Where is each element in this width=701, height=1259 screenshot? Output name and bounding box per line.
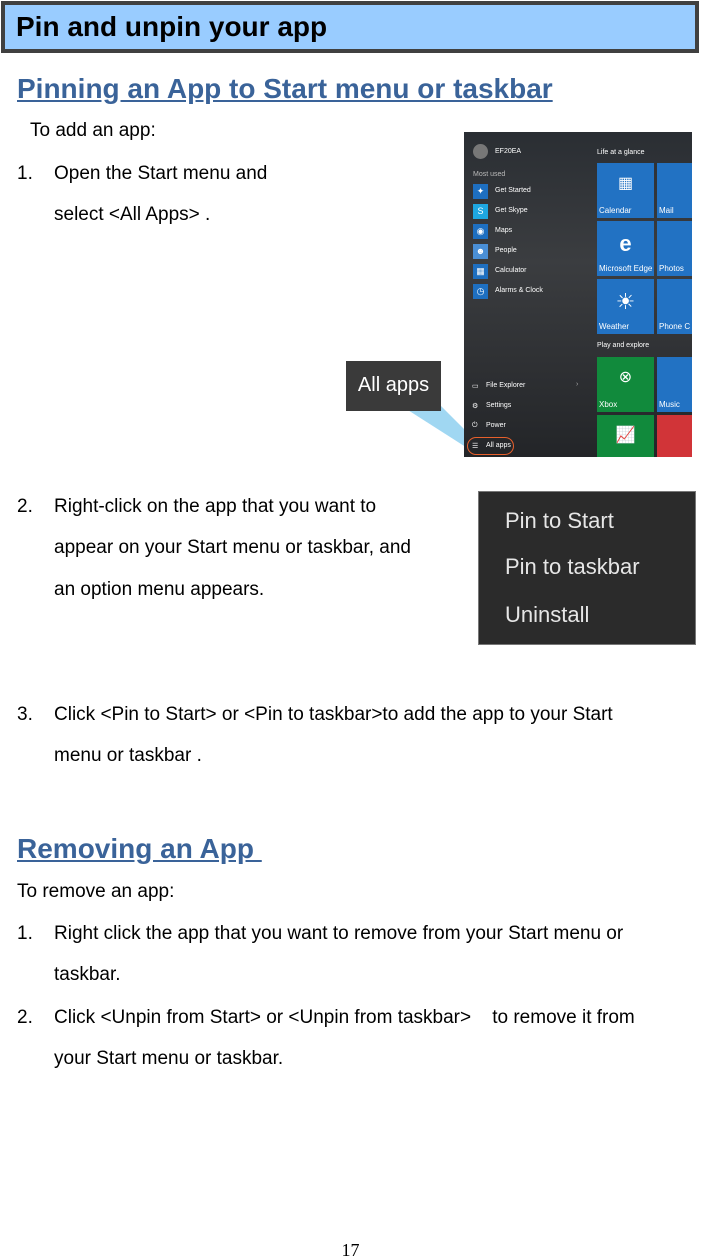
step-text: an option menu appears.	[54, 579, 265, 600]
step-text: appear on your Start menu or taskbar, an…	[54, 537, 411, 558]
gear-icon: ⚙	[472, 403, 479, 410]
removing-intro: To remove an app:	[17, 881, 175, 902]
all-apps-callout: All apps	[346, 361, 441, 411]
section-header: Pin and unpin your app	[1, 1, 699, 53]
step-text: your Start menu or taskbar.	[54, 1048, 284, 1069]
tile-music: Music	[657, 357, 692, 412]
manual-page: Pin and unpin your app Pinning an App to…	[0, 0, 701, 1259]
tile-phone: Phone C	[657, 279, 692, 334]
avatar	[473, 144, 488, 159]
tile-money: 📈	[597, 415, 654, 457]
step-number: 2.	[17, 1007, 33, 1028]
calculator-icon: ▦	[473, 264, 488, 279]
tile-edge: e Microsoft Edge	[597, 221, 654, 276]
step-text: Right click the app that you want to rem…	[54, 923, 624, 944]
pinning-intro: To add an app:	[30, 120, 156, 141]
step-text: Click <Pin to Start> or <Pin to taskbar>…	[54, 704, 613, 725]
clock-icon: ◷	[473, 284, 488, 299]
step-text: Right-click on the app that you want to	[54, 496, 377, 517]
step-number: 1.	[17, 923, 33, 944]
menu-item-pin-to-taskbar: Pin to taskbar	[505, 554, 640, 579]
step-number: 1.	[17, 163, 33, 184]
all-apps-item: All apps	[486, 442, 511, 449]
file-explorer-item: File Explorer	[486, 382, 526, 389]
bulb-icon: ✦	[473, 184, 488, 199]
step-text: Click <Unpin from Start> or <Unpin from …	[54, 1007, 635, 1028]
folder-icon: ▭	[472, 383, 479, 390]
tile-group-label: Life at a glance	[597, 149, 645, 156]
menu-item-uninstall: Uninstall	[505, 602, 590, 627]
tile-mail: Mail	[657, 163, 692, 218]
skype-icon: S	[473, 204, 488, 219]
step-text: select <All Apps> .	[54, 204, 211, 225]
list-icon: ☰	[472, 443, 479, 450]
app-item: Get Skype	[495, 207, 528, 214]
app-item: Alarms & Clock	[495, 287, 543, 294]
menu-item-pin-to-start: Pin to Start	[505, 508, 614, 533]
app-item: Maps	[495, 227, 513, 234]
app-item: Get Started	[495, 187, 531, 194]
power-icon: ⏻	[472, 422, 478, 429]
context-menu-image: Pin to Start Pin to taskbar Uninstall	[478, 491, 696, 645]
settings-item: Settings	[486, 402, 512, 409]
tile-news	[657, 415, 692, 457]
power-item: Power	[486, 422, 506, 429]
step-text: taskbar.	[54, 964, 121, 985]
start-menu-image: EF20EA Most used ✦ Get Started S Get Skype…	[464, 132, 692, 457]
removing-heading: Removing an App	[17, 833, 262, 864]
app-item: Calculator	[495, 267, 527, 274]
tile-xbox: ⊗ Xbox	[597, 357, 654, 412]
section-title: Pin and unpin your app	[16, 11, 328, 42]
step-number: 2.	[17, 496, 33, 517]
step-number: 3.	[17, 704, 33, 725]
pinning-heading: Pinning an App to Start menu or taskbar	[17, 73, 553, 104]
tile-weather: ☀ Weather	[597, 279, 654, 334]
tile-calendar: ▦ Calendar	[597, 163, 654, 218]
tile-photos: Photos	[657, 221, 692, 276]
step-text: Open the Start menu and	[54, 163, 268, 184]
most-used-label: Most used	[473, 171, 506, 178]
app-item: People	[495, 247, 517, 254]
people-icon: ☻	[473, 244, 488, 259]
user-name: EF20EA	[495, 148, 522, 155]
maps-icon: ◉	[473, 224, 488, 239]
chevron-right-icon: ›	[576, 381, 579, 388]
tile-group-label: Play and explore	[597, 342, 650, 349]
step-text: menu or taskbar .	[54, 745, 202, 766]
page-number: 17	[341, 1240, 360, 1259]
